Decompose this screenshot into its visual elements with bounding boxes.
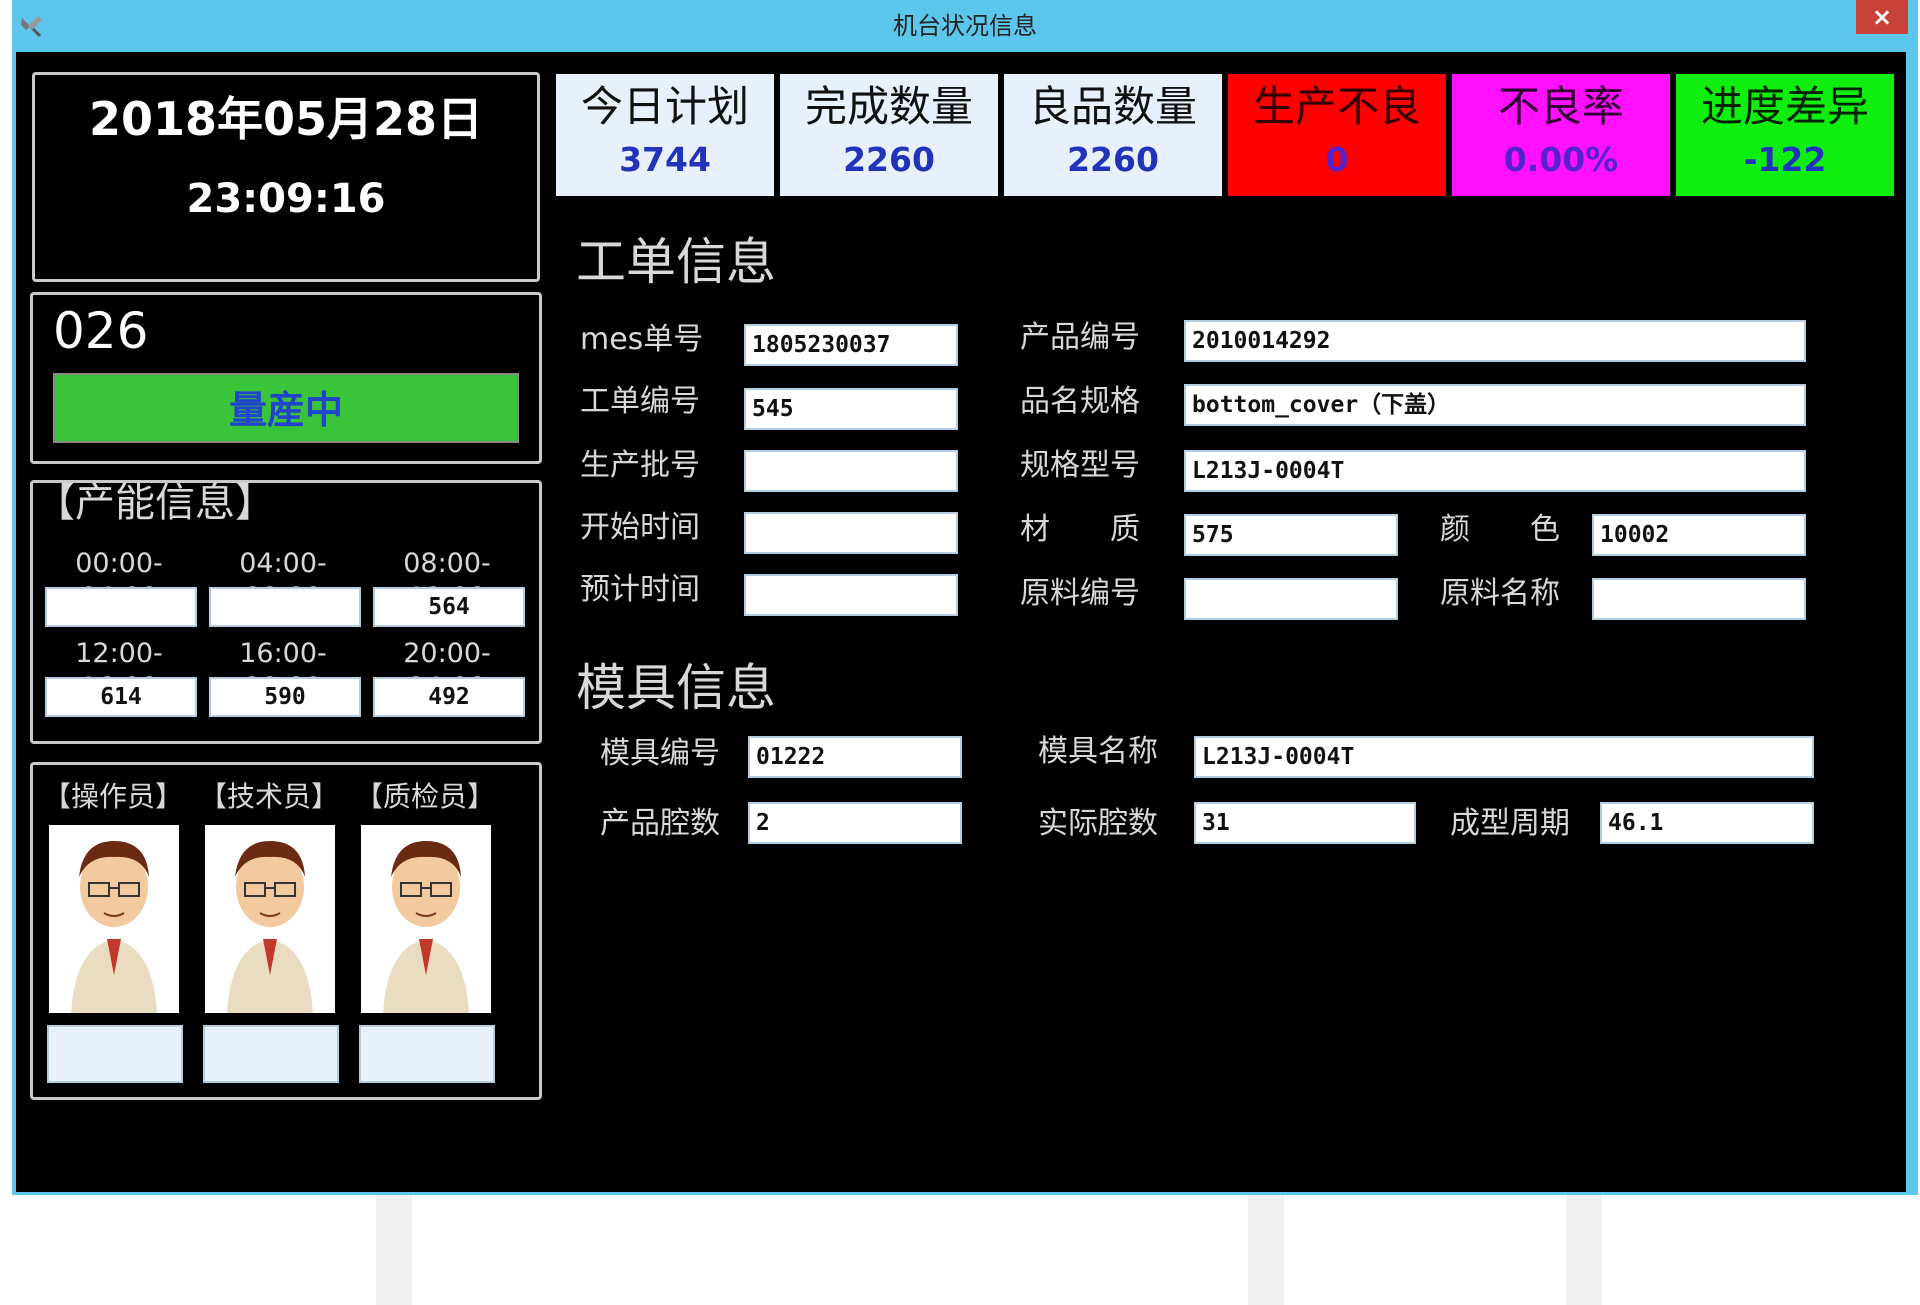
kpi-completed-value: 2260 [843,140,935,179]
kpi-progress-diff-label: 进度差异 [1700,82,1869,131]
kpi-defect-rate-value: 0.00% [1503,140,1619,179]
app-window: 机台状况信息 × 2018年05月28日 23:09:16 026 量産中 【产… [12,0,1918,1195]
product-no-field[interactable]: 2010014292 [1184,320,1806,362]
kpi-defect-rate-label: 不良率 [1497,82,1624,131]
kpi-completed: 完成数量 2260 [780,74,998,196]
inspector-name [359,1025,495,1083]
spec-model-field[interactable]: L213J-0004T [1184,450,1806,492]
capacity-slot-value: 492 [373,677,525,717]
kpi-good-value: 2260 [1067,140,1159,179]
plan-time-label: 预计时间 [580,572,700,607]
capacity-slot-value [45,587,197,627]
kpi-good-label: 良品数量 [1028,82,1197,131]
machine-id: 026 [53,302,149,360]
kpi-plan-value: 3744 [619,140,711,179]
kpi-completed-label: 完成数量 [804,82,973,131]
close-button[interactable]: × [1856,0,1908,34]
raw-no-label: 原料编号 [1020,576,1140,611]
color-label: 颜 色 [1440,512,1560,547]
technician-avatar[interactable] [205,825,335,1013]
batch-no-field[interactable] [744,450,958,492]
product-name-label: 品名规格 [1020,384,1140,419]
current-date: 2018年05月28日 [88,92,484,146]
order-no-field[interactable]: 545 [744,388,958,430]
capacity-slot-value: 614 [45,677,197,717]
dashboard-area: 2018年05月28日 23:09:16 026 量産中 【产能信息】 00:0… [16,52,1906,1192]
role-operator-label: 【操作员】 [42,780,183,813]
capacity-slot-value: 590 [209,677,361,717]
staff-panel: 【操作员】 【技术员】 【质检员】 [30,762,542,1100]
kpi-progress-diff-value: -122 [1743,140,1827,179]
background-arc-left [376,1195,412,1305]
actual-cavities-field[interactable]: 31 [1194,802,1416,844]
mold-name-label: 模具名称 [1038,734,1158,769]
current-time: 23:09:16 [186,176,386,222]
title-bar[interactable]: 机台状况信息 × [12,0,1918,52]
kpi-defects-label: 生产不良 [1252,82,1421,131]
actual-cavities-label: 实际腔数 [1038,806,1158,841]
capacity-title: 【产能信息】 [35,480,275,526]
material-field[interactable]: 575 [1184,514,1398,556]
raw-name-field[interactable] [1592,578,1806,620]
operator-avatar[interactable] [49,825,179,1013]
start-time-label: 开始时间 [580,510,700,545]
role-inspector-label: 【质检员】 [354,780,495,813]
kpi-defect-rate: 不良率 0.00% [1452,74,1670,196]
cavities-field[interactable]: 2 [748,802,962,844]
datetime-panel: 2018年05月28日 23:09:16 [32,72,540,282]
kpi-good: 良品数量 2260 [1004,74,1222,196]
role-technician-label: 【技术员】 [198,780,339,813]
person-avatar-icon [383,841,469,1013]
plan-time-field[interactable] [744,574,958,616]
mold-no-field[interactable]: 01222 [748,736,962,778]
cavities-label: 产品腔数 [600,806,720,841]
capacity-slot-value: 564 [373,587,525,627]
capacity-slot-value [209,587,361,627]
raw-no-field[interactable] [1184,578,1398,620]
person-avatar-icon [227,841,313,1013]
window-title: 机台状况信息 [893,12,1037,40]
capacity-panel: 【产能信息】 00:00-04:00 04:00-08:00 08:00-12:… [30,480,542,744]
start-time-field[interactable] [744,512,958,554]
mold-no-label: 模具编号 [600,736,720,771]
product-name-field[interactable]: bottom_cover（下盖） [1184,384,1806,426]
kpi-defects-value: 0 [1325,140,1349,179]
machine-status-bar: 量産中 [53,373,519,443]
product-no-label: 产品编号 [1020,320,1140,355]
kpi-plan: 今日计划 3744 [556,74,774,196]
kpi-plan-label: 今日计划 [580,82,749,131]
mes-no-field[interactable]: 1805230037 [744,324,958,366]
technician-name [203,1025,339,1083]
color-field[interactable]: 10002 [1592,514,1806,556]
machine-panel: 026 量産中 [30,292,542,464]
raw-name-label: 原料名称 [1440,576,1560,611]
cycle-field[interactable]: 46.1 [1600,802,1814,844]
cycle-label: 成型周期 [1450,806,1570,841]
mes-no-label: mes单号 [580,322,704,357]
work-order-title: 工单信息 [576,233,776,291]
mold-name-field[interactable]: L213J-0004T [1194,736,1814,778]
background-arc-left-inner [1248,1195,1284,1305]
mold-title: 模具信息 [576,659,776,717]
order-no-label: 工单编号 [580,384,700,419]
kpi-defects: 生产不良 0 [1228,74,1446,196]
kpi-progress-diff: 进度差异 -122 [1676,74,1894,196]
background-arc-right [1566,1195,1602,1305]
batch-no-label: 生产批号 [580,448,700,483]
person-avatar-icon [71,841,157,1013]
inspector-avatar[interactable] [361,825,491,1013]
operator-name [47,1025,183,1083]
spec-model-label: 规格型号 [1020,448,1140,483]
material-label: 材 质 [1020,512,1140,547]
